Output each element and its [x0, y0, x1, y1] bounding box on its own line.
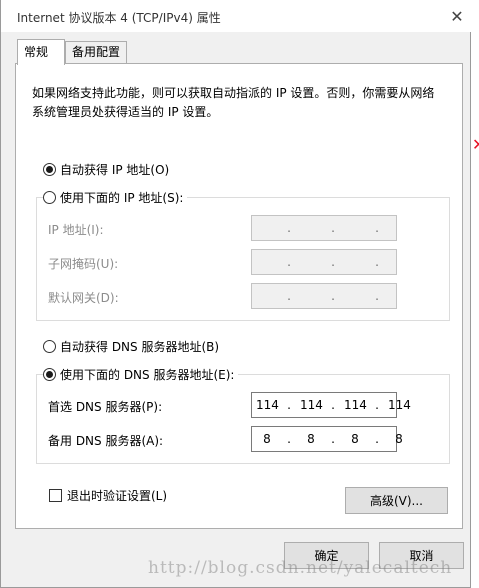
dns-manual-label: 使用下面的 DNS 服务器地址(E):	[60, 367, 235, 382]
watermark-text: http://blog.csdn.net/yalecaltech	[148, 558, 453, 578]
title-bar[interactable]: Internet 协议版本 4 (TCP/IPv4) 属性 ✕	[1, 0, 471, 32]
octet: 8	[307, 432, 315, 446]
dot: .	[287, 221, 291, 235]
subnet-mask-input[interactable]: . . .	[251, 249, 397, 275]
description-text: 如果网络支持此功能，则可以获取自动指派的 IP 设置。否则，你需要从网络系统管理…	[32, 86, 435, 119]
dot: .	[375, 398, 379, 412]
preferred-dns-input[interactable]: 114. 114. 114. 114	[251, 392, 411, 418]
general-tab-panel: 如果网络支持此功能，则可以获取自动指派的 IP 设置。否则，你需要从网络系统管理…	[15, 63, 463, 529]
ip-auto-label: 自动获得 IP 地址(O)	[60, 162, 170, 177]
dot: .	[331, 398, 335, 412]
octet: 114	[388, 398, 411, 412]
preferred-dns-label: 首选 DNS 服务器(P):	[48, 400, 163, 414]
octet: 114	[344, 398, 367, 412]
dot: .	[287, 432, 291, 446]
dns-manual-option[interactable]: 使用下面的 DNS 服务器地址(E):	[43, 365, 239, 383]
validate-on-exit-option[interactable]: 退出时验证设置(L)	[49, 487, 167, 504]
dot: .	[375, 289, 379, 303]
dot: .	[287, 289, 291, 303]
octet: 114	[300, 398, 323, 412]
close-icon: ✕	[450, 6, 464, 26]
octet: 8	[395, 432, 403, 446]
ip-address-label: IP 地址(I):	[48, 223, 104, 237]
dot: .	[375, 221, 379, 235]
dot: .	[331, 432, 335, 446]
tab-alternate-config[interactable]: 备用配置	[65, 41, 127, 64]
radio-checked-icon[interactable]	[43, 367, 56, 381]
octet: 114	[256, 398, 279, 412]
dns-auto-label: 自动获得 DNS 服务器地址(B)	[60, 339, 220, 354]
dot: .	[331, 255, 335, 269]
validate-on-exit-label: 退出时验证设置(L)	[67, 489, 168, 503]
alternate-dns-label: 备用 DNS 服务器(A):	[48, 434, 164, 448]
checkbox-unchecked-icon[interactable]	[49, 489, 62, 502]
error-x-icon: ✕	[472, 135, 479, 154]
ip-manual-option[interactable]: 使用下面的 IP 地址(S):	[43, 188, 188, 206]
octet: 8	[263, 432, 271, 446]
octet: 8	[351, 432, 359, 446]
dot: .	[331, 289, 335, 303]
ip-address-input[interactable]: . . .	[251, 215, 397, 241]
dot: .	[375, 432, 379, 446]
tcpip-properties-dialog: Internet 协议版本 4 (TCP/IPv4) 属性 ✕ 常规 备用配置 …	[0, 0, 471, 588]
close-button[interactable]: ✕	[443, 2, 471, 30]
dot: .	[287, 255, 291, 269]
dot: .	[287, 398, 291, 412]
subnet-mask-label: 子网掩码(U):	[48, 257, 119, 271]
dns-auto-option[interactable]: 自动获得 DNS 服务器地址(B)	[43, 337, 219, 355]
advanced-button[interactable]: 高级(V)...	[345, 487, 448, 514]
ip-manual-label: 使用下面的 IP 地址(S):	[60, 190, 184, 205]
radio-unchecked-icon[interactable]	[43, 339, 56, 353]
default-gateway-input[interactable]: . . .	[251, 283, 397, 309]
radio-checked-icon[interactable]	[43, 162, 56, 176]
tab-general[interactable]: 常规	[17, 39, 65, 65]
background-window-right	[470, 0, 479, 588]
radio-unchecked-icon[interactable]	[43, 190, 56, 204]
default-gateway-label: 默认网关(D):	[48, 291, 119, 305]
ip-auto-option[interactable]: 自动获得 IP 地址(O)	[43, 160, 169, 178]
dot: .	[375, 255, 379, 269]
window-title: Internet 协议版本 4 (TCP/IPv4) 属性	[17, 11, 221, 25]
alternate-dns-input[interactable]: 8. 8. 8. 8	[251, 426, 403, 452]
dot: .	[331, 221, 335, 235]
